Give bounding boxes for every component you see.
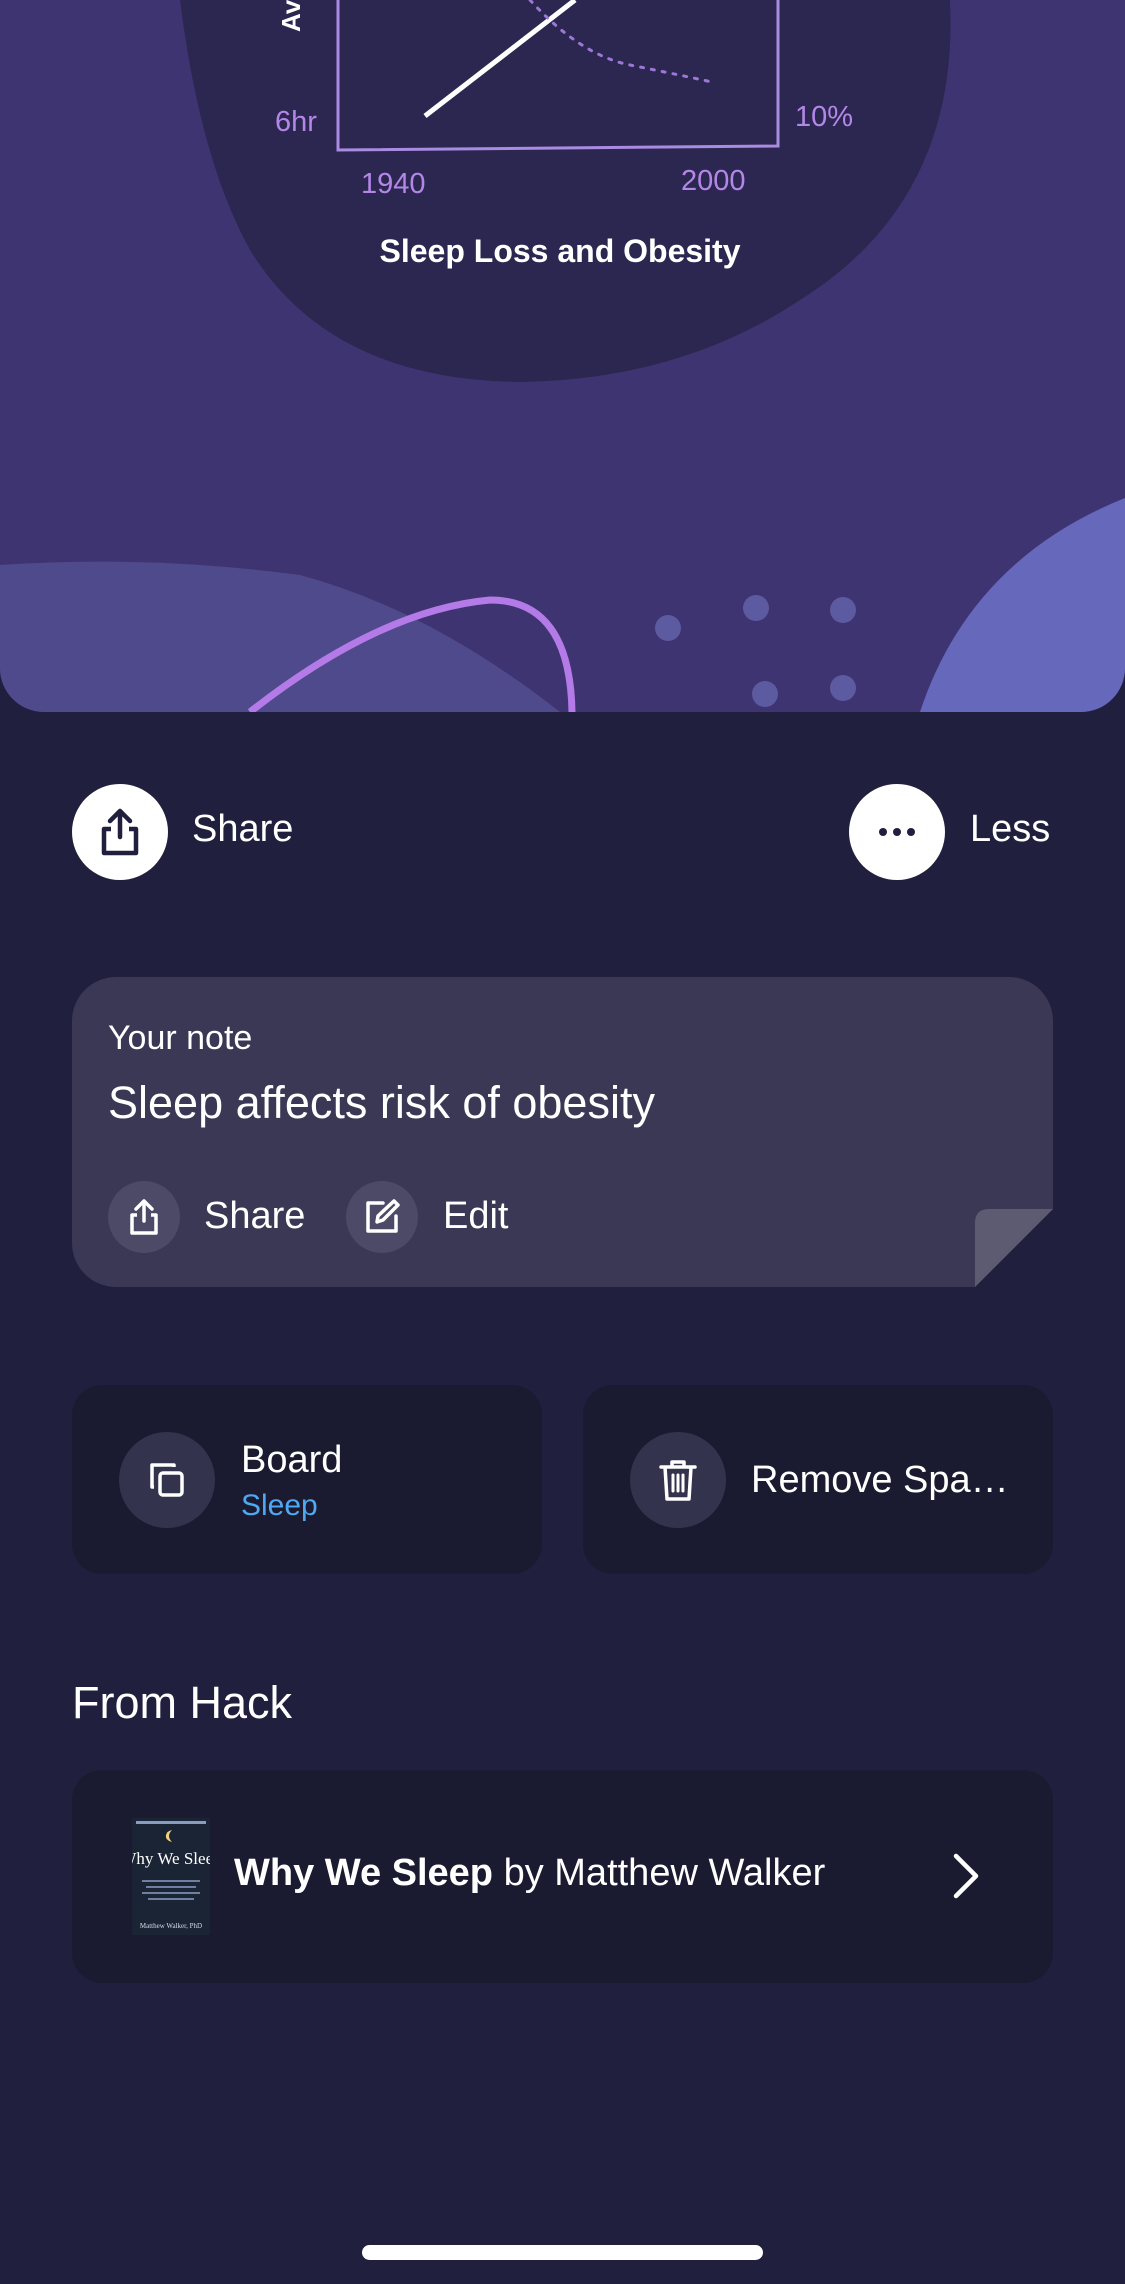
book-cover-title: Why We Sleep xyxy=(132,1849,210,1868)
hero-illustration: Av 6hr 10% 1940 2000 Sleep Loss and Obes… xyxy=(0,0,1125,712)
board-icon xyxy=(150,1463,184,1497)
book-line: Why We Sleep by Matthew Walker xyxy=(234,1852,825,1895)
book-cover-author: Matthew Walker, PhD xyxy=(140,1922,202,1930)
share-button[interactable] xyxy=(72,784,168,880)
note-edit-label[interactable]: Edit xyxy=(443,1195,508,1238)
note-share-button[interactable] xyxy=(108,1181,180,1253)
more-dots-icon xyxy=(879,828,915,836)
less-button[interactable] xyxy=(849,784,945,880)
book-author: by Matthew Walker xyxy=(493,1852,826,1894)
mini-chart-x-tick-end: 2000 xyxy=(681,165,746,197)
hero-artwork: Av 6hr 10% 1940 2000 Sleep Loss and Obes… xyxy=(0,0,1125,712)
less-button-label[interactable]: Less xyxy=(970,808,1050,851)
edit-icon xyxy=(366,1199,400,1233)
book-card[interactable]: Why We Sleep Matthew Walker, PhD Why We … xyxy=(72,1770,1053,1983)
note-text: Sleep affects risk of obesity xyxy=(108,1077,655,1128)
note-page-fold xyxy=(975,1209,1053,1287)
share-button-label[interactable]: Share xyxy=(192,808,293,851)
remove-tile[interactable]: Remove Spa… xyxy=(583,1385,1053,1574)
note-card: Your note Sleep affects risk of obesity … xyxy=(72,977,1053,1287)
share-icon xyxy=(101,808,139,856)
board-icon-circle xyxy=(119,1432,215,1528)
board-label: Board xyxy=(241,1439,343,1481)
book-title: Why We Sleep xyxy=(234,1852,494,1894)
mini-chart-y-tick-left: 6hr xyxy=(275,106,317,138)
action-row: Share Less xyxy=(0,784,1125,880)
trash-icon xyxy=(659,1460,697,1501)
note-share-label[interactable]: Share xyxy=(204,1195,305,1238)
mini-chart-y-title: Av xyxy=(276,0,306,32)
from-section-title: From Hack xyxy=(72,1677,293,1728)
note-caption: Your note xyxy=(108,1019,253,1057)
board-value[interactable]: Sleep xyxy=(241,1489,318,1523)
trash-icon-circle xyxy=(630,1432,726,1528)
remove-label: Remove Spa… xyxy=(751,1459,1009,1501)
chevron-right-icon[interactable] xyxy=(952,1852,980,1900)
note-edit-button[interactable] xyxy=(346,1181,418,1253)
board-tile[interactable]: Board Sleep xyxy=(72,1385,542,1574)
mini-chart-x-tick-start: 1940 xyxy=(361,168,426,200)
mini-chart-y-tick-right: 10% xyxy=(795,101,853,133)
book-cover: Why We Sleep Matthew Walker, PhD xyxy=(132,1818,210,1935)
share-icon xyxy=(130,1199,158,1235)
mini-chart-caption: Sleep Loss and Obesity xyxy=(380,233,741,269)
book-cover-art: Why We Sleep Matthew Walker, PhD xyxy=(132,1818,210,1935)
home-indicator[interactable] xyxy=(362,2245,763,2260)
